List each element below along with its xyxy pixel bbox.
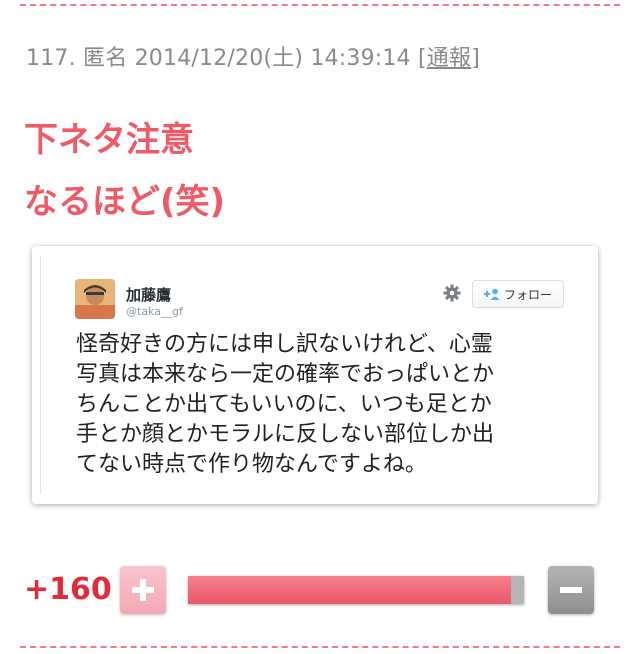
avatar[interactable]: [75, 279, 115, 319]
comment-number: 117.: [26, 46, 76, 71]
follow-button[interactable]: フォロー: [472, 280, 564, 308]
report-link-label: 通報: [426, 46, 472, 71]
embedded-tweet-card: 加藤鷹 @taka__gf フォロー 怪奇好きの方には申し訳ないけれど、心霊 写…: [32, 246, 598, 504]
card-edge-line: [40, 256, 41, 494]
gear-icon[interactable]: [443, 284, 461, 302]
tweet-text-line: ちんことか出てもいいのに、いつも足とか: [76, 392, 492, 417]
comment-meta: 117. 匿名 2014/12/20(土) 14:39:14 [通報]: [26, 40, 480, 72]
tweet-display-name[interactable]: 加藤鷹: [126, 284, 171, 305]
tweet-text: 怪奇好きの方には申し訳ないけれど、心霊 写真は本来なら一定の確率でおっぱいとか …: [76, 330, 576, 480]
comment-timestamp: 2014/12/20(土) 14:39:14: [134, 46, 411, 71]
vote-score: +160: [24, 572, 112, 607]
report-link[interactable]: [通報]: [418, 46, 480, 71]
tweet-text-line: 怪奇好きの方には申し訳ないけれど、心霊: [76, 332, 493, 357]
tweet-text-line: 手とか顔とかモラルに反しない部位しか出: [76, 422, 495, 447]
top-divider: [20, 4, 620, 6]
bottom-divider: [20, 646, 620, 648]
comment-body-line-1: 下ネタ注意: [24, 120, 194, 160]
add-person-icon: [483, 288, 500, 300]
plus-vote-button[interactable]: [120, 566, 166, 614]
comment-body-line-2: なるほど(笑): [24, 182, 226, 222]
comment-author: 匿名: [83, 46, 128, 71]
avatar-image: [75, 279, 115, 319]
vote-ratio-fill: [188, 576, 511, 604]
minus-vote-button[interactable]: [548, 566, 594, 614]
vote-ratio-bar: [188, 576, 524, 604]
tweet-handle[interactable]: @taka__gf: [126, 305, 183, 318]
follow-button-label: フォロー: [503, 287, 552, 302]
tweet-text-line: 写真は本来なら一定の確率でおっぱいとか: [76, 362, 495, 387]
tweet-text-line: てない時点で作り物なんですよね。: [76, 452, 427, 477]
